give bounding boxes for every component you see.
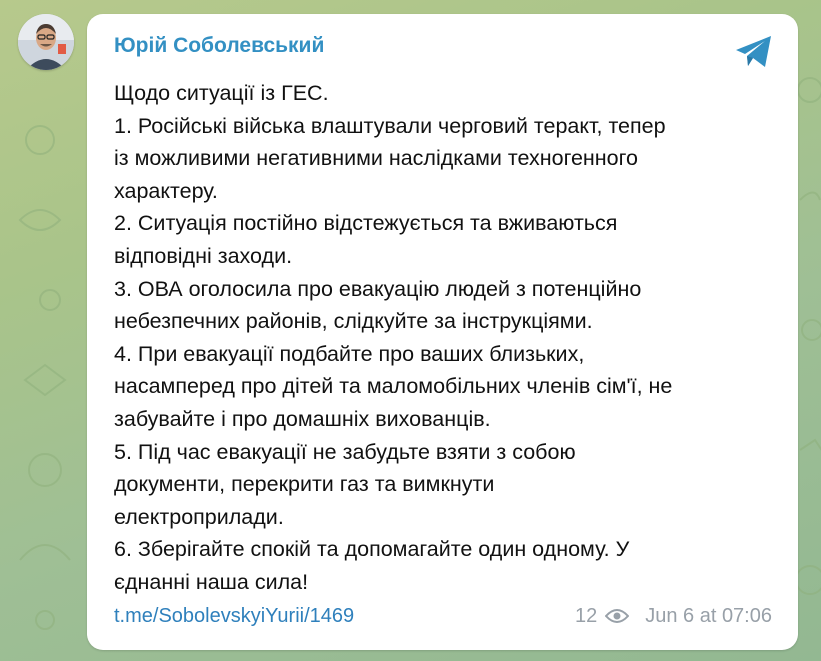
telegram-plane-icon[interactable] <box>734 34 774 70</box>
message-text: Щодо ситуації із ГЕС. 1. Російські війсь… <box>114 77 772 599</box>
avatar-photo <box>18 14 74 70</box>
message-line: Щодо ситуації із ГЕС. <box>114 81 329 105</box>
message-line: 4. При евакуації подбайте про ваших близ… <box>114 341 585 366</box>
message-line: 2. Ситуація постійно відстежується та вж… <box>114 211 618 236</box>
message-bubble: Юрій Соболевський Щодо ситуації із ГЕС. … <box>87 14 798 650</box>
eye-icon <box>605 609 630 623</box>
message-line: єднанні наша сила! <box>114 569 309 594</box>
message-line: відповідні заходи. <box>114 243 293 268</box>
post-date: Jun 6 at 07:06 <box>645 604 772 627</box>
message-meta: 12 Jun 6 at 07:06 <box>575 605 772 628</box>
message-line: 5. Під час евакуації не забудьте взяти з… <box>114 439 576 464</box>
message-line: із можливими негативними наслідками техн… <box>114 146 638 171</box>
message-line: документи, перекрити газ та вимкнути <box>114 472 495 497</box>
message-line: 6. Зберігайте спокій та допомагайте один… <box>114 537 630 562</box>
message-line: небезпечних районів, слідкуйте за інстру… <box>114 309 593 334</box>
message-footer: t.me/SobolevskyiYurii/1469 12 Jun 6 at 0… <box>114 602 772 630</box>
message-line: характеру. <box>114 178 218 203</box>
message-line: електроприлади. <box>114 504 284 529</box>
message-line: насамперед про дітей та маломобільних чл… <box>114 374 673 399</box>
message-line: 3. ОВА оголосила про евакуацію людей з п… <box>114 276 642 301</box>
view-count: 12 <box>574 604 598 627</box>
message-line: забувайте і про домашніх вихованців. <box>114 406 491 431</box>
post-link[interactable]: t.me/SobolevskyiYurii/1469 <box>114 605 354 628</box>
message-line: 1. Російські війська влаштували черговий… <box>114 113 666 138</box>
author-name[interactable]: Юрій Соболевський <box>114 31 772 61</box>
avatar[interactable] <box>18 14 74 70</box>
